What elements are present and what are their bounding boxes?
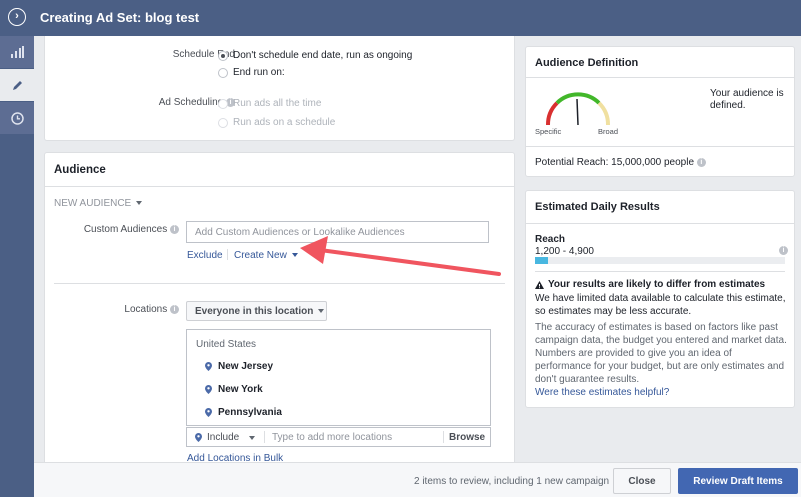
create-new-dropdown[interactable]: Create New (234, 250, 298, 261)
schedule-end-label: Schedule End (172, 49, 235, 60)
radio-end-run-on[interactable]: End run on: (218, 67, 285, 78)
review-draft-items-button[interactable]: Review Draft Items (678, 468, 798, 494)
accuracy-note: The accuracy of estimates is based on fa… (535, 322, 787, 385)
nav-item-insights[interactable] (0, 36, 34, 68)
gauge-left-label: Specific (535, 127, 562, 136)
exclude-link[interactable]: Exclude (187, 250, 223, 261)
info-icon[interactable]: i (170, 224, 179, 234)
map-pin-icon (205, 408, 212, 417)
estimated-results-title: Estimated Daily Results (535, 201, 660, 213)
country-label: United States (196, 339, 257, 350)
audience-gauge (545, 92, 611, 126)
audience-status: Your audience is defined. (710, 88, 784, 111)
gauge-right-label: Broad (598, 127, 619, 136)
locations-list: United States New Jersey New York Pennsy… (186, 329, 491, 426)
list-item[interactable]: New Jersey (205, 361, 273, 372)
custom-audiences-label: Custom Audiences i (55, 224, 179, 235)
potential-reach: Potential Reach: 15,000,000 people i (535, 157, 706, 168)
divider (227, 249, 228, 260)
browse-button[interactable]: Browse (449, 432, 485, 443)
chevron-down-icon (318, 309, 325, 313)
chevron-down-icon (249, 435, 256, 440)
divider (264, 431, 265, 443)
reach-bar (535, 257, 785, 264)
warning-body: We have limited data available to calcul… (535, 293, 786, 317)
bottom-bar: 2 items to review, including 1 new campa… (34, 462, 801, 497)
estimated-results-panel: Estimated Daily Results Reach 1,200 - 4,… (525, 190, 795, 408)
clock-icon (10, 111, 24, 125)
info-icon[interactable]: i (779, 246, 788, 255)
side-nav (0, 36, 34, 497)
map-pin-icon (205, 385, 212, 394)
new-audience-dropdown[interactable]: NEW AUDIENCE (54, 198, 143, 209)
locations-label: Locations i (55, 304, 179, 315)
review-note: 2 items to review, including 1 new campa… (414, 476, 610, 487)
audience-definition-title: Audience Definition (535, 57, 639, 69)
audience-panel: Audience NEW AUDIENCE Custom Audiences i… (44, 152, 515, 482)
nav-item-edit[interactable] (0, 69, 34, 101)
reach-bar-fill (535, 257, 548, 264)
info-icon[interactable]: i (170, 304, 179, 314)
list-item[interactable]: New York (205, 384, 263, 395)
radio-run-all-time: Run ads all the time (218, 98, 321, 109)
location-search-input[interactable]: Type to add more locations (272, 432, 392, 443)
divider (45, 186, 514, 187)
divider (526, 146, 794, 147)
nav-item-history[interactable] (0, 102, 34, 134)
page-title: Creating Ad Set: blog test (40, 10, 200, 25)
radio-no-end-date[interactable]: Don't schedule end date, run as ongoing (218, 50, 412, 61)
radio-run-on-schedule: Run ads on a schedule (218, 117, 335, 128)
divider (526, 223, 794, 224)
info-icon[interactable]: i (696, 157, 706, 167)
list-item[interactable]: Pennsylvania (205, 407, 282, 418)
pencil-icon (12, 80, 22, 90)
map-pin-icon (195, 433, 202, 442)
top-bar: › Creating Ad Set: blog test (0, 0, 801, 36)
chevron-right-circle-icon[interactable]: › (8, 8, 26, 26)
divider (535, 271, 785, 272)
divider (526, 77, 794, 78)
close-button[interactable]: Close (613, 468, 671, 494)
schedule-panel: Schedule End Don't schedule end date, ru… (44, 36, 515, 141)
chevron-down-icon (136, 201, 143, 206)
audience-title: Audience (54, 164, 106, 176)
reach-label: Reach (535, 234, 566, 245)
reach-range: 1,200 - 4,900 (535, 246, 594, 257)
estimates-helpful-link[interactable]: Were these estimates helpful? (535, 387, 669, 398)
map-pin-icon (205, 362, 212, 371)
annotation-arrow (300, 236, 501, 276)
locations-type-dropdown[interactable]: Everyone in this location (186, 301, 327, 321)
include-dropdown[interactable]: Include (195, 432, 256, 443)
audience-definition-panel: Audience Definition Specific Broad Your … (525, 46, 795, 177)
location-search-bar: Include Type to add more locations Brows… (186, 427, 491, 447)
ad-scheduling-label: Ad Scheduling i (85, 97, 235, 108)
gauge-needle (576, 98, 579, 126)
bar-chart-icon (11, 46, 24, 58)
divider (443, 431, 444, 443)
warning-icon (535, 280, 544, 289)
estimate-warning: Your results are likely to differ from e… (535, 279, 765, 290)
